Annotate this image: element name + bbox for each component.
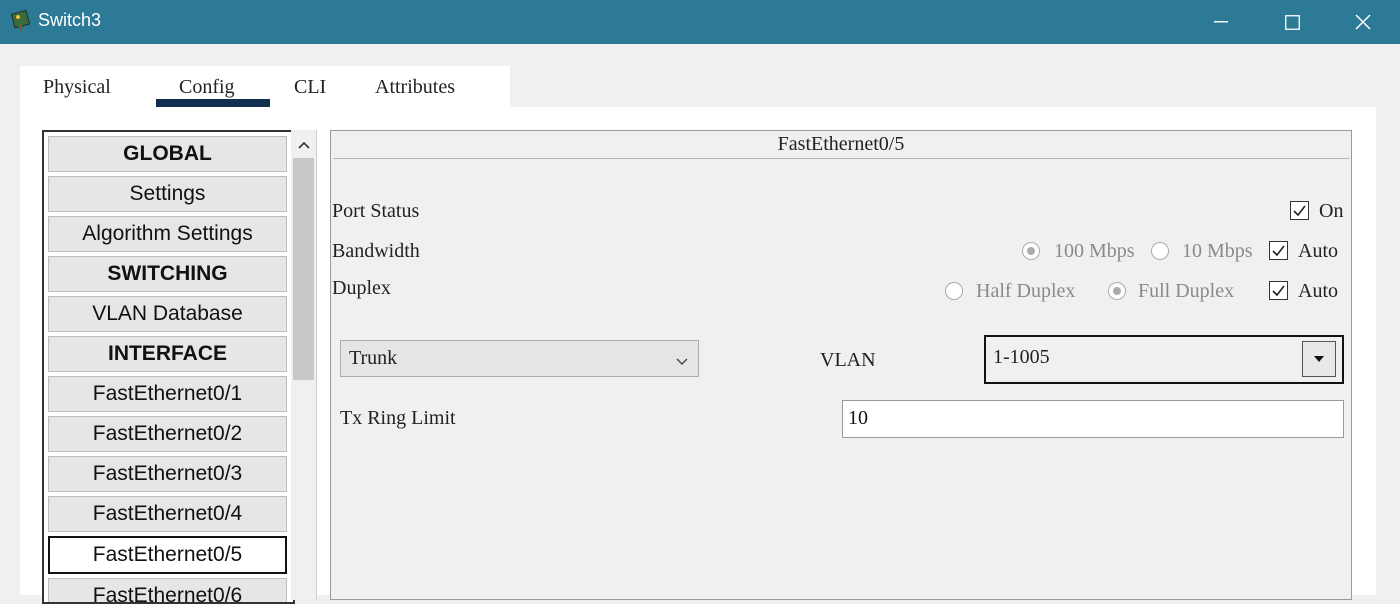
half-duplex-radio[interactable] xyxy=(945,282,963,300)
active-tab-indicator xyxy=(156,99,270,107)
checkmark-icon xyxy=(1293,205,1306,217)
nav-item-fastethernet0-5[interactable]: FastEthernet0/5 xyxy=(48,536,287,574)
divider xyxy=(333,158,1349,159)
panel-title: FastEthernet0/5 xyxy=(777,133,905,155)
maximize-icon xyxy=(1284,14,1300,30)
nav-item-fastethernet0-6[interactable]: FastEthernet0/6 xyxy=(48,578,287,602)
tx-ring-limit-label: Tx Ring Limit xyxy=(340,407,456,429)
nav-header-global: GLOBAL xyxy=(48,136,287,172)
port-mode-select[interactable]: Trunk xyxy=(340,340,699,377)
vlan-dropdown-button[interactable] xyxy=(1302,341,1336,377)
close-icon xyxy=(1355,14,1371,30)
bandwidth-label: Bandwidth xyxy=(332,240,420,262)
duplex-auto-label: Auto xyxy=(1298,280,1338,302)
tab-physical[interactable]: Physical xyxy=(43,76,111,99)
chevron-down-icon xyxy=(676,353,688,371)
scroll-up-button[interactable] xyxy=(291,134,316,156)
bandwidth-auto-label: Auto xyxy=(1298,240,1338,262)
chevron-up-icon xyxy=(297,141,310,149)
window-title: Switch3 xyxy=(38,10,102,30)
tab-attributes[interactable]: Attributes xyxy=(375,76,455,99)
config-nav-list: GLOBAL Settings Algorithm Settings SWITC… xyxy=(42,130,295,604)
close-button[interactable] xyxy=(1328,0,1398,44)
minimize-icon xyxy=(1214,21,1228,23)
switch-app-icon xyxy=(10,9,32,32)
port-status-on-label: On xyxy=(1319,200,1344,222)
duplex-label: Duplex xyxy=(332,277,391,299)
tab-config[interactable]: Config xyxy=(179,76,235,99)
vlan-combobox[interactable]: 1-1005 xyxy=(984,335,1344,384)
bandwidth-100-radio[interactable] xyxy=(1022,242,1040,260)
nav-item-fastethernet0-2[interactable]: FastEthernet0/2 xyxy=(48,416,287,452)
bandwidth-10-radio[interactable] xyxy=(1151,242,1169,260)
nav-item-settings[interactable]: Settings xyxy=(48,176,287,212)
nav-item-fastethernet0-4[interactable]: FastEthernet0/4 xyxy=(48,496,287,532)
nav-header-switching: SWITCHING xyxy=(48,256,287,292)
window-edge xyxy=(1376,66,1400,595)
vlan-label: VLAN xyxy=(820,349,876,371)
port-status-label: Port Status xyxy=(332,200,420,222)
nav-item-fastethernet0-3[interactable]: FastEthernet0/3 xyxy=(48,456,287,492)
duplex-auto-checkbox[interactable] xyxy=(1269,281,1288,300)
nav-item-algorithm-settings[interactable]: Algorithm Settings xyxy=(48,216,287,252)
tx-ring-limit-input[interactable] xyxy=(843,401,1328,435)
bandwidth-100-label: 100 Mbps xyxy=(1054,240,1135,262)
bandwidth-auto-checkbox[interactable] xyxy=(1269,241,1288,260)
port-mode-value: Trunk xyxy=(349,347,398,369)
title-bar: Switch3 xyxy=(0,0,1400,44)
scroll-thumb[interactable] xyxy=(293,158,314,380)
tab-cli[interactable]: CLI xyxy=(294,76,326,99)
minimize-button[interactable] xyxy=(1186,0,1256,44)
vlan-value: 1-1005 xyxy=(993,346,1050,368)
nav-scrollbar[interactable] xyxy=(291,130,317,600)
bandwidth-10-label: 10 Mbps xyxy=(1182,240,1253,262)
checkmark-icon xyxy=(1272,245,1285,257)
full-duplex-label: Full Duplex xyxy=(1138,280,1235,302)
port-status-checkbox[interactable] xyxy=(1290,201,1309,220)
maximize-button[interactable] xyxy=(1257,0,1327,44)
nav-item-fastethernet0-1[interactable]: FastEthernet0/1 xyxy=(48,376,287,412)
half-duplex-label: Half Duplex xyxy=(976,280,1076,302)
full-duplex-radio[interactable] xyxy=(1108,282,1126,300)
checkmark-icon xyxy=(1272,285,1285,297)
nav-item-vlan-database[interactable]: VLAN Database xyxy=(48,296,287,332)
triangle-down-icon xyxy=(1314,355,1324,362)
tx-ring-limit-field[interactable] xyxy=(842,400,1344,438)
nav-header-interface: INTERFACE xyxy=(48,336,287,372)
